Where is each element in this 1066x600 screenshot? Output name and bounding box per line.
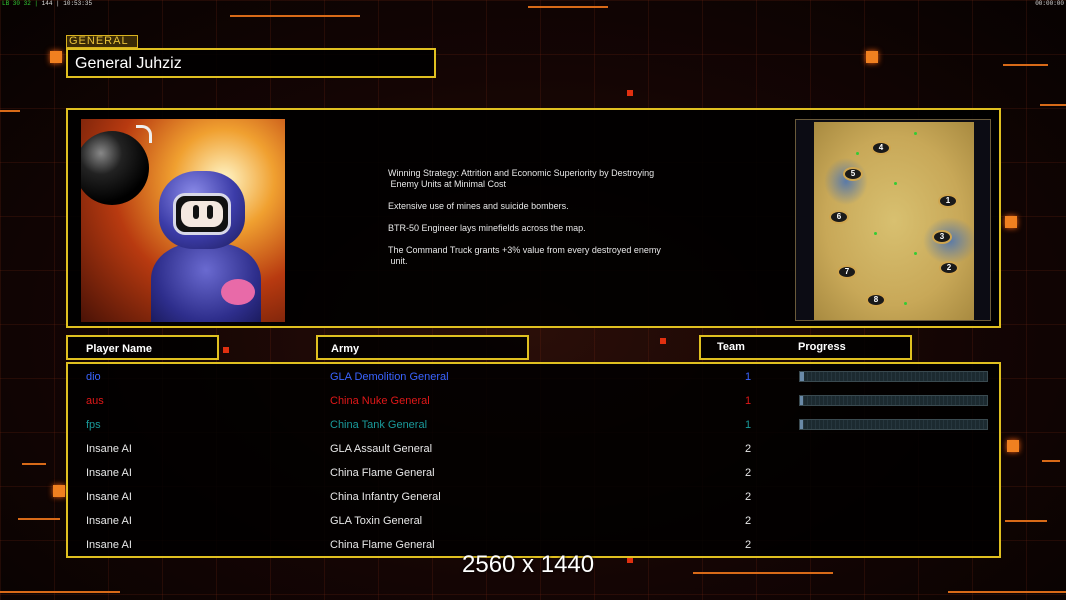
loading-progress-fill xyxy=(800,372,804,381)
general-name: General Juhziz xyxy=(66,48,436,78)
player-army: China Tank General xyxy=(330,419,428,431)
start-position-marker: 2 xyxy=(939,261,959,275)
resource-dot xyxy=(914,252,917,255)
character-face xyxy=(181,201,223,227)
start-position-marker: 3 xyxy=(932,230,952,244)
deco-dot xyxy=(223,347,229,353)
loading-progress-bar xyxy=(799,395,988,406)
fps-mid: 144 xyxy=(41,0,53,7)
player-row: Insane AI China Infantry General 2 xyxy=(68,487,999,511)
resolution-label: 2560 x 1440 xyxy=(462,551,595,578)
player-army: China Flame General xyxy=(330,539,435,551)
deco-line xyxy=(1042,460,1060,462)
character-eye-right xyxy=(207,205,213,219)
deco-dot xyxy=(627,90,633,96)
start-position-marker: 4 xyxy=(871,141,891,155)
resource-dot xyxy=(856,152,859,155)
player-army: China Infantry General xyxy=(330,491,441,503)
fps-values: LB 30 32 | xyxy=(2,0,39,7)
deco-square xyxy=(53,485,65,497)
general-info-panel: Winning Strategy: Attrition and Economic… xyxy=(66,108,1001,328)
deco-line xyxy=(693,572,833,574)
player-army: GLA Demolition General xyxy=(330,371,449,383)
deco-line xyxy=(1005,520,1047,522)
column-header-progress: Progress xyxy=(798,341,846,353)
loading-progress-bar xyxy=(799,371,988,382)
player-team: 2 xyxy=(745,491,752,503)
resource-dot xyxy=(904,302,907,305)
general-portrait xyxy=(81,119,285,322)
character-eye-left xyxy=(193,205,199,219)
general-tag: GENERAL xyxy=(66,35,138,48)
strategy-line: The Command Truck grants +3% value from … xyxy=(388,245,661,266)
player-team: 2 xyxy=(745,515,752,527)
player-army: GLA Assault General xyxy=(330,443,433,455)
column-header-team: Team xyxy=(717,341,745,353)
start-position-marker: 7 xyxy=(837,265,857,279)
player-team: 1 xyxy=(745,395,752,407)
deco-square xyxy=(50,51,62,63)
deco-line xyxy=(1040,104,1066,106)
player-name: aus xyxy=(86,395,104,407)
player-army: China Nuke General xyxy=(330,395,430,407)
deco-line xyxy=(0,591,120,593)
resource-dot xyxy=(914,132,917,135)
fps-counter: LB 30 32 | 144 | 10:53:35 xyxy=(2,0,92,7)
deco-square xyxy=(866,51,878,63)
player-name: Insane AI xyxy=(86,539,132,551)
column-header-player-name: Player Name xyxy=(66,335,219,360)
player-army: China Flame General xyxy=(330,467,435,479)
start-position-marker: 6 xyxy=(829,210,849,224)
deco-line xyxy=(0,110,20,112)
player-row: Insane AI China Flame General 2 xyxy=(68,463,999,487)
deco-line xyxy=(22,463,46,465)
player-team: 2 xyxy=(745,467,752,479)
deco-line xyxy=(230,15,360,17)
player-row: fps China Tank General 1 xyxy=(68,415,999,439)
start-position-marker: 8 xyxy=(866,293,886,307)
resource-dot xyxy=(894,182,897,185)
deco-square xyxy=(1005,216,1017,228)
character-hand xyxy=(221,279,255,305)
player-name: fps xyxy=(86,419,101,431)
deco-line xyxy=(1003,64,1048,66)
player-row: Insane AI GLA Toxin General 2 xyxy=(68,511,999,535)
deco-square xyxy=(1007,440,1019,452)
deco-dot xyxy=(660,338,666,344)
loading-progress-fill xyxy=(800,420,803,429)
player-row: Insane AI GLA Assault General 2 xyxy=(68,439,999,463)
game-clock: 00:00:00 xyxy=(1035,0,1064,7)
player-name: Insane AI xyxy=(86,443,132,455)
loading-progress-bar xyxy=(799,419,988,430)
strategy-line: BTR-50 Engineer lays minefields across t… xyxy=(388,223,586,233)
strategy-line: Extensive use of mines and suicide bombe… xyxy=(388,201,569,211)
player-list: dio GLA Demolition General 1 aus China Nuke … xyxy=(66,362,1001,558)
strategy-description: Winning Strategy: Attrition and Economic… xyxy=(388,168,698,278)
bomb-fuse xyxy=(136,125,152,143)
map-terrain: 4 5 1 6 3 2 7 8 xyxy=(814,122,974,320)
player-row: aus China Nuke General 1 xyxy=(68,391,999,415)
player-team: 2 xyxy=(745,539,752,551)
player-name: Insane AI xyxy=(86,467,132,479)
fps-time: | 10:53:35 xyxy=(56,0,93,7)
player-name: Insane AI xyxy=(86,491,132,503)
player-row: dio GLA Demolition General 1 xyxy=(68,367,999,391)
player-army: GLA Toxin General xyxy=(330,515,423,527)
strategy-line: Winning Strategy: Attrition and Economic… xyxy=(388,168,655,189)
column-header-army: Army xyxy=(316,335,529,360)
deco-line xyxy=(18,518,60,520)
player-team: 1 xyxy=(745,371,752,383)
deco-line xyxy=(528,6,608,8)
player-team: 2 xyxy=(745,443,752,455)
player-name: dio xyxy=(86,371,101,383)
column-header-team-progress: Team Progress xyxy=(699,335,912,360)
deco-line xyxy=(948,591,1066,593)
player-name: Insane AI xyxy=(86,515,132,527)
start-position-marker: 1 xyxy=(938,194,958,208)
loading-progress-fill xyxy=(800,396,803,405)
resource-dot xyxy=(874,232,877,235)
player-team: 1 xyxy=(745,419,752,431)
start-position-marker: 5 xyxy=(843,167,863,181)
map-preview: 4 5 1 6 3 2 7 8 xyxy=(795,119,991,321)
